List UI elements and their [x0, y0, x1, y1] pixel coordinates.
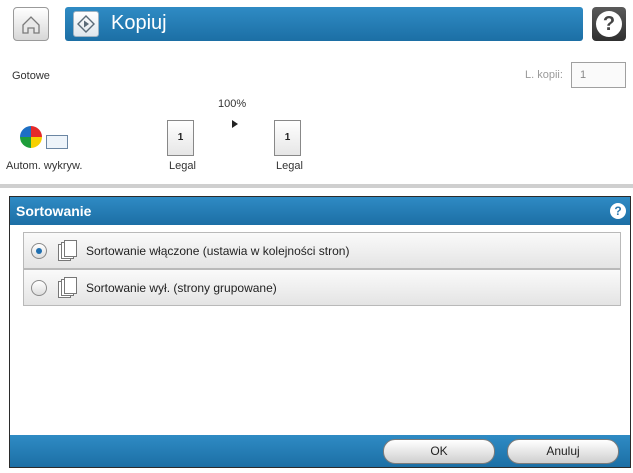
title-bar: Kopiuj: [65, 7, 583, 41]
arrow-right-icon: [232, 120, 238, 128]
status-text: Gotowe: [12, 70, 50, 82]
divider: [0, 184, 633, 188]
radio-selected-dot: [36, 248, 42, 254]
cancel-button[interactable]: Anuluj: [507, 439, 619, 464]
source-size-label: Legal: [169, 160, 196, 172]
help-icon: ?: [596, 11, 622, 37]
help-button[interactable]: ?: [592, 7, 626, 41]
panel-help-icon[interactable]: ?: [610, 203, 626, 219]
option-collate-off[interactable]: Sortowanie wył. (strony grupowane): [23, 269, 621, 306]
target-page-icon[interactable]: 1: [274, 120, 301, 156]
target-size-label: Legal: [276, 160, 303, 172]
home-icon: [22, 16, 40, 34]
radio-button[interactable]: [31, 280, 47, 296]
grouped-pages-icon: [58, 277, 78, 299]
document-icon: [46, 135, 68, 149]
panel-footer: OK Anuluj: [10, 435, 630, 467]
collate-panel: Sortowanie ? Sortowanie włączone (ustawi…: [9, 196, 631, 468]
color-mode-icon[interactable]: [20, 126, 42, 148]
option-label: Sortowanie włączone (ustawia w kolejnośc…: [86, 244, 350, 258]
copy-start-icon[interactable]: [73, 11, 99, 37]
page-title: Kopiuj: [111, 12, 167, 34]
ok-button[interactable]: OK: [383, 439, 495, 464]
copies-label: L. kopii:: [525, 69, 563, 81]
collated-pages-icon: [58, 240, 78, 262]
copies-input[interactable]: 1: [571, 62, 626, 88]
panel-header: Sortowanie ?: [10, 197, 630, 225]
option-collate-on[interactable]: Sortowanie włączone (ustawia w kolejnośc…: [23, 232, 621, 269]
top-bar: Kopiuj ?: [0, 0, 633, 48]
zoom-level: 100%: [218, 98, 247, 110]
option-label: Sortowanie wył. (strony grupowane): [86, 281, 277, 295]
source-page-icon[interactable]: 1: [167, 120, 194, 156]
home-button[interactable]: [13, 7, 49, 41]
panel-title: Sortowanie: [16, 203, 92, 219]
radio-button[interactable]: [31, 243, 47, 259]
color-mode-label: Autom. wykryw.: [6, 160, 83, 172]
